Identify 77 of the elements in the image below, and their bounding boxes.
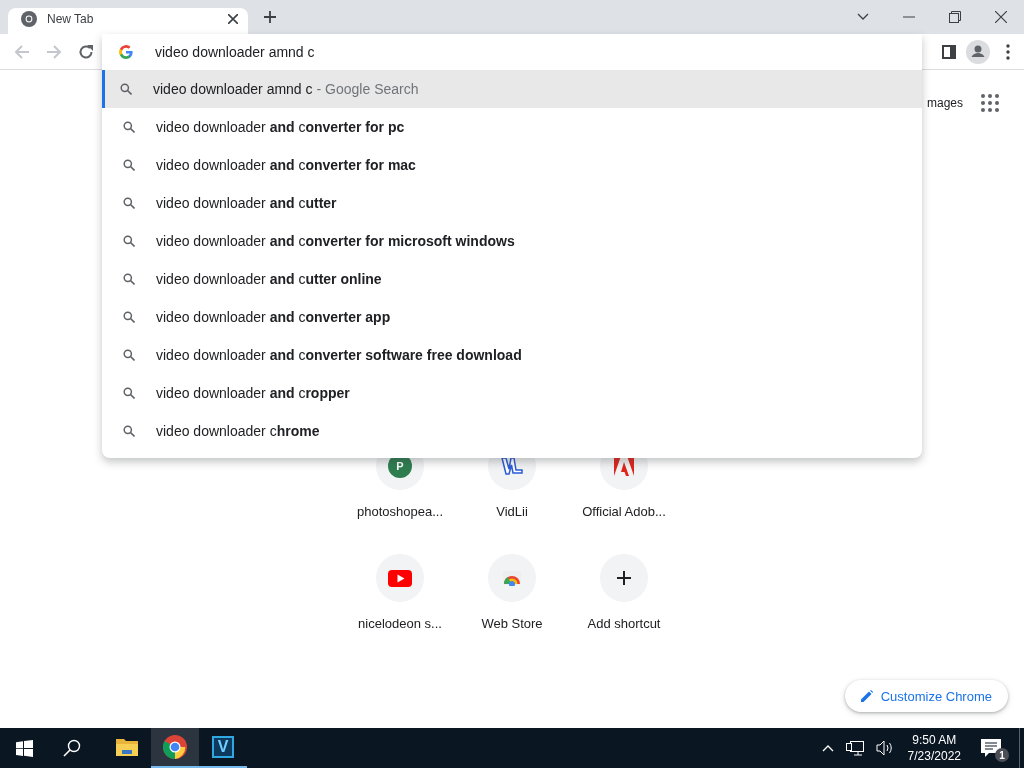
apps-grid-icon[interactable] xyxy=(981,94,999,112)
suggestion-item[interactable]: video downloader and converter for pc xyxy=(102,108,922,146)
suggestion-item[interactable]: video downloader and cutter online xyxy=(102,260,922,298)
google-g-icon xyxy=(119,45,133,59)
suggestion-text: video downloader and converter for mac xyxy=(156,157,416,173)
close-icon[interactable] xyxy=(995,11,1007,23)
reload-icon[interactable] xyxy=(78,43,94,60)
suggestion-text: video downloader and cutter xyxy=(156,195,337,211)
shortcut-label: nicelodeon s... xyxy=(358,616,442,631)
clock-time: 9:50 AM xyxy=(912,732,957,748)
restore-icon[interactable] xyxy=(949,11,961,23)
store-icon xyxy=(502,570,522,586)
suggestion-text: video downloader amnd c xyxy=(153,81,313,97)
plus-icon xyxy=(617,571,631,585)
suggestion-text: video downloader and converter software free download xyxy=(156,347,522,363)
search-icon[interactable] xyxy=(63,739,81,757)
notification-icon[interactable] xyxy=(981,739,1001,757)
app-letter-icon: V xyxy=(212,736,234,758)
shortcut-label: photoshopea... xyxy=(357,504,443,519)
suggestion-text: video downloader and cutter online xyxy=(156,271,382,287)
suggestion-item[interactable]: video downloader and cutter xyxy=(102,184,922,222)
address-bar[interactable]: video downloader amnd c xyxy=(102,34,922,70)
suggestion-text: video downloader and converter app xyxy=(156,309,391,325)
clock-date: 7/23/2022 xyxy=(907,748,961,764)
images-link[interactable]: mages xyxy=(926,96,963,110)
shortcut-tile[interactable]: Web Store xyxy=(456,538,568,650)
search-icon xyxy=(123,121,135,133)
browser-logo-icon xyxy=(163,735,187,759)
search-icon xyxy=(123,159,135,171)
suggestion-text: video downloader and cropper xyxy=(156,385,350,401)
suggestion-item[interactable]: video downloader and converter for microsoft windows xyxy=(102,222,922,260)
tab-title: New Tab xyxy=(47,12,94,26)
network-icon[interactable] xyxy=(845,740,864,756)
shortcut-label: Official Adob... xyxy=(582,504,666,519)
side-panel-icon[interactable] xyxy=(942,44,956,59)
search-icon xyxy=(123,349,135,361)
folder-icon xyxy=(116,738,138,756)
shortcut-tile[interactable]: nicelodeon s... xyxy=(344,538,456,650)
search-icon xyxy=(123,387,135,399)
shortcut-label: Add shortcut xyxy=(587,616,661,631)
new-tab-plus-icon[interactable] xyxy=(263,10,277,24)
suggestion-text: video downloader chrome xyxy=(156,423,320,439)
suggestion-item[interactable]: video downloader and cropper xyxy=(102,374,922,412)
browser-logo-icon xyxy=(21,11,37,27)
chevron-down-icon[interactable] xyxy=(857,13,869,21)
suggestion-source: - Google Search xyxy=(316,81,419,97)
customize-chrome-button[interactable]: Customize Chrome xyxy=(844,680,1008,712)
windows-start-icon[interactable] xyxy=(16,739,33,757)
suggestion-text: video downloader and converter for microsoft windows xyxy=(156,233,515,249)
suggestion-item[interactable]: video downloader and converter app xyxy=(102,298,922,336)
volume-icon[interactable] xyxy=(875,740,894,756)
shortcut-label: VidLii xyxy=(496,504,528,519)
search-icon xyxy=(123,197,135,209)
suggestion-item[interactable]: video downloader and converter for mac xyxy=(102,146,922,184)
search-icon xyxy=(123,425,135,437)
shortcut-tile[interactable]: Add shortcut xyxy=(568,538,680,650)
search-icon xyxy=(123,311,135,323)
search-icon xyxy=(123,273,135,285)
shortcut-label: Web Store xyxy=(481,616,543,631)
browser-tab[interactable]: New Tab xyxy=(8,8,248,34)
suggestion-item[interactable]: video downloader chrome xyxy=(102,412,922,450)
suggestion-text: video downloader and converter for pc xyxy=(156,119,405,135)
menu-icon[interactable] xyxy=(1006,43,1010,60)
tab-close-icon[interactable] xyxy=(228,14,238,24)
profile-avatar-icon[interactable] xyxy=(966,39,990,64)
suggestion-item[interactable]: video downloader amnd c - Google Search xyxy=(102,70,922,108)
pencil-icon xyxy=(860,690,873,702)
show-hidden-icons-caret-icon[interactable] xyxy=(821,744,834,752)
taskbar-app-button[interactable] xyxy=(151,728,199,768)
suggestion-item[interactable]: video downloader and converter software free download xyxy=(102,336,922,374)
address-input-text: video downloader amnd c xyxy=(155,44,315,60)
search-icon xyxy=(123,235,135,247)
notification-count-badge: 1 xyxy=(995,748,1009,762)
video-play-icon xyxy=(388,569,412,587)
search-icon xyxy=(120,83,132,95)
clock[interactable]: 9:50 AM 7/23/2022 xyxy=(907,732,961,764)
taskbar-app-button[interactable]: V xyxy=(199,728,247,768)
